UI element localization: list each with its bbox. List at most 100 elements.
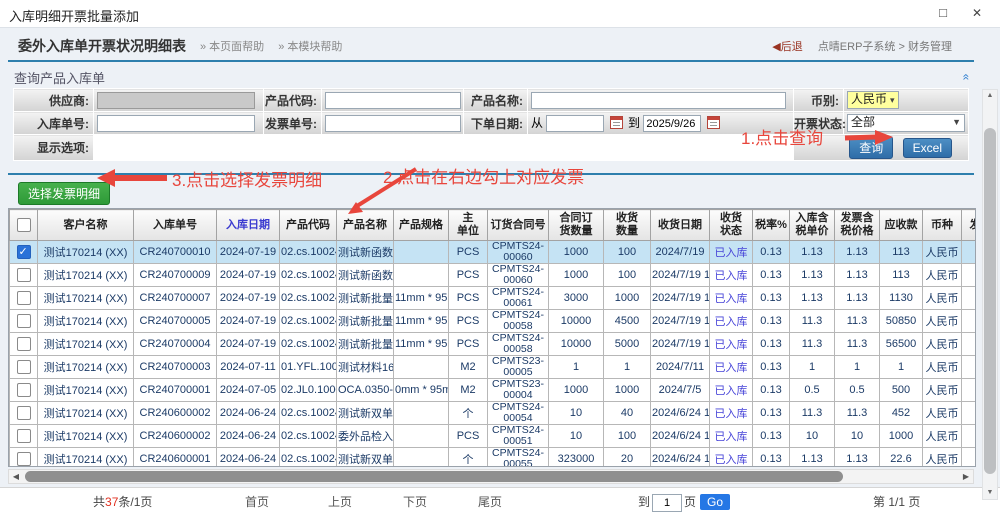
vertical-scrollbar[interactable] <box>982 89 998 500</box>
product-name-input[interactable] <box>531 92 786 109</box>
close-icon[interactable] <box>968 4 986 22</box>
table-cell[interactable]: 已入库 <box>710 379 753 402</box>
table-cell[interactable]: 已入库 <box>710 356 753 379</box>
table-cell: 2024-06-24 <box>217 402 280 425</box>
column-header[interactable]: 入库日期 <box>217 210 280 241</box>
module-help-link[interactable]: » 本模块帮助 <box>278 38 342 54</box>
table-cell: 1 <box>604 356 651 379</box>
calendar-icon[interactable] <box>610 116 623 129</box>
row-checkbox-cell[interactable] <box>10 310 38 333</box>
table-row: 测试170214 (XX)CR2406000022024-06-2402.cs.… <box>10 402 977 425</box>
product-code-input[interactable] <box>325 92 461 109</box>
table-cell: 测试新批量领 <box>337 333 394 356</box>
table-cell: 1.13 <box>790 287 835 310</box>
date-to-input[interactable] <box>643 115 701 132</box>
row-checkbox[interactable] <box>17 268 31 282</box>
scroll-left-icon[interactable] <box>10 470 22 483</box>
currency-select[interactable]: 人民币▾ <box>847 91 899 109</box>
table-row: 测试170214 (XX)CR2407000042024-07-1902.cs.… <box>10 333 977 356</box>
column-header: 发票含 税价格 <box>835 210 880 241</box>
scroll-right-icon[interactable] <box>960 470 972 483</box>
table-cell: 2024/6/24 16 <box>651 402 710 425</box>
table-cell[interactable]: 已入库 <box>710 310 753 333</box>
row-checkbox[interactable] <box>17 406 31 420</box>
table-cell: 323000 <box>549 448 604 468</box>
row-checkbox-cell[interactable] <box>10 448 38 468</box>
date-from-input[interactable] <box>546 115 604 132</box>
table-cell[interactable]: 已入库 <box>710 448 753 468</box>
table-cell: M2 <box>449 379 488 402</box>
maximize-icon[interactable] <box>934 4 952 22</box>
inbound-no-input[interactable] <box>97 115 255 132</box>
breadcrumb-section[interactable]: 财务管理 <box>908 41 952 53</box>
row-checkbox[interactable] <box>17 291 31 305</box>
table-cell: 5000 <box>604 333 651 356</box>
horizontal-scrollbar-thumb[interactable] <box>25 471 843 482</box>
collapse-icon[interactable]: « <box>960 74 974 81</box>
select-all-checkbox[interactable] <box>17 218 31 232</box>
table-cell: 测试170214 (XX) <box>38 333 134 356</box>
row-checkbox[interactable] <box>17 245 31 259</box>
table-cell: 113 <box>880 264 923 287</box>
table-cell: 0mm * 95m * <box>394 379 449 402</box>
row-checkbox-cell[interactable] <box>10 402 38 425</box>
excel-button[interactable]: Excel <box>903 138 952 158</box>
table-cell: 1000 <box>549 241 604 264</box>
table-cell: 2024/6/24 16 <box>651 448 710 468</box>
table-cell: 2024-07-11 <box>217 356 280 379</box>
page-number-input[interactable] <box>652 494 682 512</box>
row-checkbox-cell[interactable] <box>10 264 38 287</box>
go-button[interactable]: Go <box>700 494 730 510</box>
table-cell: 测试170214 (XX) <box>38 379 134 402</box>
last-page-link[interactable]: 尾页 <box>478 493 502 510</box>
page-help-link[interactable]: » 本页面帮助 <box>200 38 264 54</box>
scroll-down-icon[interactable] <box>983 487 997 499</box>
table-cell: 人民币 <box>923 402 962 425</box>
supplier-input[interactable] <box>97 92 255 109</box>
table-cell[interactable]: 已入库 <box>710 402 753 425</box>
page-title: 委外入库单开票状况明细表 <box>18 36 186 56</box>
query-button[interactable]: 查询 <box>849 136 893 159</box>
table-cell: 0.13 <box>753 356 790 379</box>
calendar-icon[interactable] <box>707 116 720 129</box>
page-info: 第 1/1 页 <box>873 493 920 510</box>
row-checkbox[interactable] <box>17 452 31 466</box>
table-cell: 2024/7/5 <box>651 379 710 402</box>
prev-page-link[interactable]: 上页 <box>328 493 352 510</box>
table-cell: 10 <box>549 425 604 448</box>
row-checkbox-cell[interactable] <box>10 333 38 356</box>
table-cell[interactable]: 已入库 <box>710 241 753 264</box>
invoice-no-input[interactable] <box>325 115 461 132</box>
table-cell: 10000 <box>549 333 604 356</box>
back-link[interactable]: ◀后退 <box>772 41 802 53</box>
table-cell[interactable]: 已入库 <box>710 287 753 310</box>
row-checkbox-cell[interactable] <box>10 287 38 310</box>
row-checkbox[interactable] <box>17 314 31 328</box>
next-page-link[interactable]: 下页 <box>403 493 427 510</box>
horizontal-scrollbar[interactable] <box>8 469 974 484</box>
table-cell: 11.3 <box>790 333 835 356</box>
row-checkbox-cell[interactable] <box>10 425 38 448</box>
table-cell: 2024-06-24 <box>217 448 280 468</box>
table-row: 测试170214 (XX)CR2407000032024-07-1101.YFL… <box>10 356 977 379</box>
scroll-up-icon[interactable] <box>983 90 997 102</box>
vertical-scrollbar-thumb[interactable] <box>984 128 996 474</box>
invoice-status-select[interactable]: 全部▼ <box>847 114 965 132</box>
table-cell: 3000 <box>549 287 604 310</box>
table-cell[interactable]: 已入库 <box>710 425 753 448</box>
row-checkbox-cell[interactable] <box>10 379 38 402</box>
row-checkbox-cell[interactable] <box>10 241 38 264</box>
table-cell[interactable]: 已入库 <box>710 264 753 287</box>
row-checkbox-cell[interactable] <box>10 356 38 379</box>
first-page-link[interactable]: 首页 <box>245 493 269 510</box>
select-all-cell[interactable] <box>10 210 38 241</box>
row-checkbox[interactable] <box>17 383 31 397</box>
table-cell[interactable]: 已入库 <box>710 333 753 356</box>
breadcrumb-system[interactable]: 点晴ERP子系统 <box>818 41 896 53</box>
select-invoice-detail-button[interactable]: 选择发票明细 <box>18 182 110 205</box>
table-cell: CPMTS24- 00058 <box>488 310 549 333</box>
row-checkbox[interactable] <box>17 337 31 351</box>
row-checkbox[interactable] <box>17 429 31 443</box>
row-checkbox[interactable] <box>17 360 31 374</box>
table-cell: CPMTS24- 00060 <box>488 264 549 287</box>
